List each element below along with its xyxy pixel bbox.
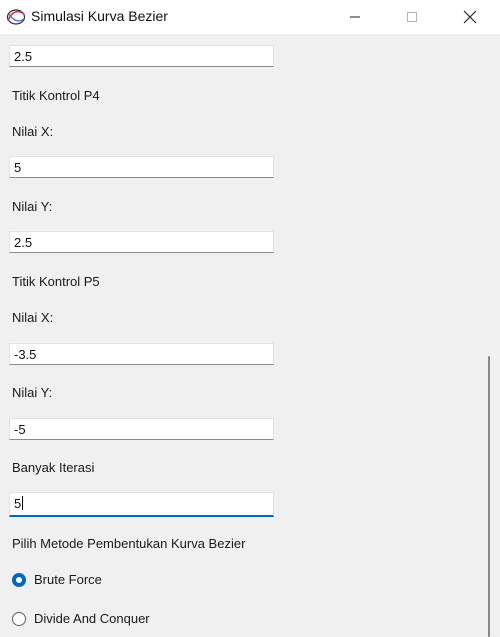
iterations-value: 5 bbox=[14, 496, 22, 511]
maximize-button[interactable] bbox=[389, 0, 435, 34]
bezier-curve-icon bbox=[6, 8, 26, 26]
radio-brute-force-label: Brute Force bbox=[34, 572, 102, 587]
p4-x-label: Nilai X: bbox=[12, 124, 54, 139]
p5-y-input[interactable]: -5 bbox=[9, 418, 274, 440]
title-bar[interactable]: Simulasi Kurva Bezier bbox=[0, 0, 500, 34]
p3-y-input[interactable]: 2.5 bbox=[9, 45, 274, 67]
radio-divide-and-conquer[interactable]: Divide And Conquer bbox=[12, 611, 150, 626]
scrollbar-thumb[interactable] bbox=[488, 356, 490, 637]
iterations-input[interactable]: 5 bbox=[9, 492, 274, 517]
close-button[interactable] bbox=[447, 0, 493, 34]
p4-heading: Titik Kontrol P4 bbox=[12, 88, 100, 103]
text-caret bbox=[22, 496, 24, 510]
radio-unchecked-icon bbox=[12, 611, 26, 626]
radio-brute-force[interactable]: Brute Force bbox=[12, 572, 102, 587]
window-title: Simulasi Kurva Bezier bbox=[31, 8, 168, 24]
iterations-label: Banyak Iterasi bbox=[12, 460, 95, 475]
maximize-icon bbox=[407, 12, 417, 22]
radio-divide-and-conquer-label: Divide And Conquer bbox=[34, 611, 150, 626]
method-label: Pilih Metode Pembentukan Kurva Bezier bbox=[12, 536, 246, 551]
p4-x-input[interactable]: 5 bbox=[9, 156, 274, 178]
p4-y-label: Nilai Y: bbox=[12, 199, 53, 214]
close-icon bbox=[463, 10, 477, 24]
p4-y-input[interactable]: 2.5 bbox=[9, 231, 274, 253]
p5-x-input[interactable]: -3.5 bbox=[9, 343, 274, 365]
p5-x-label: Nilai X: bbox=[12, 310, 54, 325]
radio-checked-icon bbox=[12, 572, 26, 587]
minimize-icon bbox=[350, 16, 360, 18]
vertical-scrollbar[interactable] bbox=[478, 34, 500, 637]
minimize-button[interactable] bbox=[332, 0, 378, 34]
p5-y-label: Nilai Y: bbox=[12, 385, 53, 400]
p5-heading: Titik Kontrol P5 bbox=[12, 274, 100, 289]
